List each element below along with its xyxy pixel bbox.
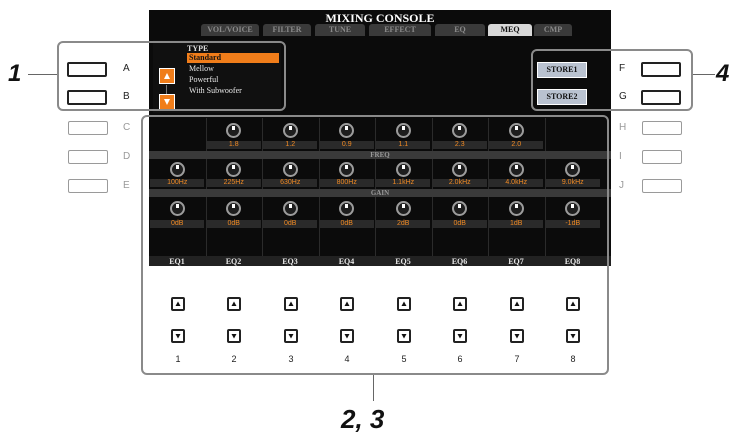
tab-cmp[interactable]: CMP — [534, 24, 572, 36]
button-e[interactable] — [68, 179, 108, 193]
down-button-6[interactable] — [453, 329, 467, 343]
down-button-8[interactable] — [566, 329, 580, 343]
arrow-down-icon — [288, 334, 294, 339]
arrow-down-icon — [457, 334, 463, 339]
button-letter-c: C — [123, 122, 131, 133]
callout-box-bottom — [141, 115, 609, 375]
down-button-7[interactable] — [510, 329, 524, 343]
up-button-5[interactable] — [397, 297, 411, 311]
arrow-down-icon — [514, 334, 520, 339]
button-letter-h: H — [619, 122, 627, 133]
button-letter-a: A — [123, 63, 130, 74]
button-number: 5 — [401, 354, 407, 364]
arrow-up-icon — [231, 301, 237, 306]
up-button-6[interactable] — [453, 297, 467, 311]
button-letter-i: I — [619, 151, 622, 162]
button-c[interactable] — [68, 121, 108, 135]
button-letter-b: B — [123, 91, 130, 102]
button-number: 8 — [570, 354, 576, 364]
button-g[interactable] — [641, 90, 681, 105]
arrow-down-icon — [231, 334, 237, 339]
tab-effect[interactable]: EFFECT — [369, 24, 431, 36]
step-number-bottom: 2, 3 — [341, 404, 385, 434]
button-a[interactable] — [67, 62, 107, 77]
button-i[interactable] — [642, 150, 682, 164]
callout-line-right — [693, 74, 715, 75]
tab-vol-voice[interactable]: VOL/VOICE — [201, 24, 259, 36]
button-f[interactable] — [641, 62, 681, 77]
step-number-right: 4 — [716, 60, 730, 87]
arrow-down-icon — [344, 334, 350, 339]
up-button-4[interactable] — [340, 297, 354, 311]
button-number: 6 — [457, 354, 463, 364]
button-number: 7 — [514, 354, 520, 364]
button-b[interactable] — [67, 90, 107, 105]
down-button-3[interactable] — [284, 329, 298, 343]
button-j[interactable] — [642, 179, 682, 193]
callout-line-bottom — [373, 375, 374, 401]
arrow-down-icon — [175, 334, 181, 339]
button-number: 1 — [175, 354, 181, 364]
arrow-up-icon — [175, 301, 181, 306]
button-number: 4 — [344, 354, 350, 364]
callout-line-left — [28, 74, 57, 75]
up-button-2[interactable] — [227, 297, 241, 311]
arrow-up-icon — [401, 301, 407, 306]
arrow-down-icon — [401, 334, 407, 339]
arrow-down-icon — [570, 334, 576, 339]
button-letter-d: D — [123, 151, 131, 162]
up-button-7[interactable] — [510, 297, 524, 311]
tab-filter[interactable]: FILTER — [263, 24, 311, 36]
up-button-3[interactable] — [284, 297, 298, 311]
button-number: 2 — [231, 354, 237, 364]
up-button-1[interactable] — [171, 297, 185, 311]
button-d[interactable] — [68, 150, 108, 164]
button-letter-j: J — [619, 180, 624, 191]
down-button-5[interactable] — [397, 329, 411, 343]
button-letter-e: E — [123, 180, 130, 191]
button-letter-g: G — [619, 91, 627, 102]
arrow-up-icon — [570, 301, 576, 306]
up-button-8[interactable] — [566, 297, 580, 311]
tab-eq[interactable]: EQ — [435, 24, 485, 36]
step-number-left: 1 — [8, 60, 22, 87]
down-button-1[interactable] — [171, 329, 185, 343]
button-number: 3 — [288, 354, 294, 364]
down-button-4[interactable] — [340, 329, 354, 343]
arrow-up-icon — [514, 301, 520, 306]
tab-meq[interactable]: MEQ — [488, 24, 532, 36]
down-button-2[interactable] — [227, 329, 241, 343]
button-h[interactable] — [642, 121, 682, 135]
arrow-up-icon — [344, 301, 350, 306]
button-letter-f: F — [619, 63, 626, 74]
tab-tune[interactable]: TUNE — [315, 24, 365, 36]
arrow-up-icon — [457, 301, 463, 306]
arrow-up-icon — [288, 301, 294, 306]
